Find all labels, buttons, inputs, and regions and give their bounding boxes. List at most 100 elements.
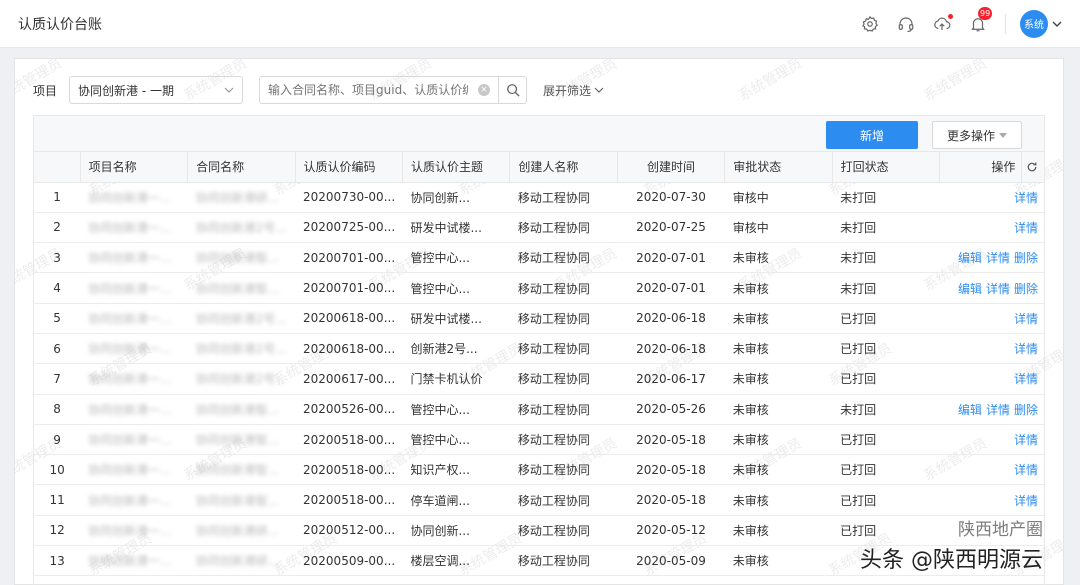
return-status-cell: 已打回 <box>832 333 940 365</box>
more-actions-button[interactable]: 更多操作 <box>932 121 1022 149</box>
subject-cell: 研发中试楼... <box>402 212 510 244</box>
chevron-down-icon[interactable] <box>1052 19 1062 29</box>
action-link[interactable]: 详情 <box>1014 372 1038 386</box>
table-row[interactable]: 7 协同创新港一... 协同创新港2号... 20200617-00... 门禁卡机认价… <box>34 363 1044 395</box>
action-link[interactable]: 详情 <box>1014 494 1038 508</box>
row-index: 12 <box>34 515 81 547</box>
subject-cell: 门禁卡机认价 <box>402 363 510 395</box>
expand-filter-toggle[interactable]: 展开筛选 <box>543 82 604 99</box>
subject-cell-text: 管控中心... <box>410 433 470 448</box>
row-index-text: 2 <box>53 220 61 235</box>
column-header[interactable]: 打回状态 <box>832 152 941 183</box>
filter-row: 项目 协同创新港 - 一期 × 展开筛选 <box>15 75 1063 105</box>
action-link[interactable]: 删除 <box>1014 251 1038 265</box>
column-header[interactable]: 创建时间 <box>617 152 726 183</box>
table-row[interactable]: 10 协同创新港一... 协同创新港智... 20200518-00... 知识产权..… <box>34 454 1044 486</box>
action-link[interactable]: 删除 <box>1014 282 1038 296</box>
action-link[interactable]: 编辑 <box>958 251 982 265</box>
project-name-cell-text: 协同创新港一... <box>88 463 172 478</box>
table-row[interactable]: 1 协同创新港一... 协同创新港研... 20200730-00... 协同创新...… <box>34 182 1044 213</box>
add-new-button[interactable]: 新增 <box>826 121 918 149</box>
table-row[interactable]: 11 协同创新港一... 协同创新港智... 20200518-00... 停车道闸..… <box>34 484 1044 516</box>
search-input[interactable] <box>268 83 469 97</box>
approval-status-cell-text: 未审核 <box>732 523 769 538</box>
project-name-cell-text: 协同创新港一... <box>88 402 172 417</box>
code-cell-text: 20200518-00... <box>303 432 396 447</box>
column-header[interactable]: 审批状态 <box>724 152 833 183</box>
action-link[interactable]: 编辑 <box>958 403 982 417</box>
creator-cell-text: 移动工程协同 <box>517 433 590 448</box>
column-header[interactable]: 认质认价编码 <box>295 152 403 183</box>
column-header[interactable]: 项目名称 <box>80 152 189 183</box>
approval-status-cell: 未审核 <box>724 484 833 516</box>
action-link[interactable]: 删除 <box>1014 403 1038 417</box>
creator-cell: 移动工程协同 <box>509 212 618 244</box>
created-time-cell: 2020-07-25 <box>617 212 725 244</box>
action-link[interactable]: 详情 <box>986 251 1010 265</box>
reload-icon[interactable] <box>1026 161 1038 173</box>
action-link[interactable]: 编辑 <box>958 282 982 296</box>
table-row[interactable]: 9 协同创新港一... 协同创新港智... 20200518-00... 管控中心...… <box>34 424 1044 456</box>
contract-name-cell-text: 协同创新港智... <box>195 433 280 448</box>
column-header[interactable]: 认质认价主题 <box>402 152 511 183</box>
return-status-cell: 已打回 <box>832 303 940 334</box>
created-time-cell-text: 2020-05-12 <box>636 523 706 538</box>
table-row[interactable]: 5 协同创新港一... 协同创新港2号... 20200618-00... 研发中试楼.… <box>34 303 1044 334</box>
project-select-value: 协同创新港 - 一期 <box>78 83 174 98</box>
search-box[interactable]: × <box>259 76 500 104</box>
row-index-text: 6 <box>53 341 61 356</box>
contract-name-cell: 协同创新港智... <box>187 454 296 486</box>
project-select[interactable]: 协同创新港 - 一期 <box>69 76 244 104</box>
code-cell-text: 20200618-00... <box>303 341 396 356</box>
code-cell: 20200526-00... <box>295 394 403 425</box>
row-index-text: 1 <box>53 190 61 205</box>
actions-cell: 详情 <box>939 182 1044 213</box>
code-cell-text: 20200730-00... <box>303 190 396 205</box>
project-name-cell-text: 协同创新港一... <box>88 433 172 448</box>
column-header[interactable]: 创建人名称 <box>509 152 618 183</box>
row-index-text: 11 <box>49 493 65 508</box>
creator-cell: 移动工程协同 <box>509 545 618 577</box>
settings-gear-icon[interactable] <box>861 15 879 33</box>
creator-cell-text: 移动工程协同 <box>517 523 590 538</box>
return-status-cell-text: 已打回 <box>840 372 877 387</box>
subject-cell: 停车道闸... <box>402 484 510 516</box>
cloud-upload-icon[interactable] <box>933 13 953 33</box>
row-index: 4 <box>34 272 81 304</box>
table-row[interactable]: 3 协同创新港一... 协同创新港智... 20200701-00... 管控中心...… <box>34 242 1044 274</box>
table-row[interactable]: 4 协同创新港一... 协同创新港智... 20200701-00... 管控中心...… <box>34 272 1044 304</box>
creator-cell: 移动工程协同 <box>509 272 618 304</box>
project-name-cell: 协同创新港一... <box>80 484 188 516</box>
creator-cell: 移动工程协同 <box>509 484 618 516</box>
overlay-line-2: 头条 @陕西明源云 <box>860 548 1043 573</box>
action-link[interactable]: 详情 <box>1014 191 1038 205</box>
project-name-cell-text: 协同创新港一... <box>88 342 172 357</box>
approval-status-cell: 未审核 <box>724 545 833 577</box>
approval-status-cell: 未审核 <box>724 272 833 304</box>
action-link[interactable]: 详情 <box>1014 433 1038 447</box>
clear-icon[interactable]: × <box>478 84 491 96</box>
table-row[interactable]: 6 协同创新港一... 协同创新港2号... 20200618-00... 创新港2号.… <box>34 333 1044 365</box>
contract-name-cell: 协同创新港研... <box>187 545 296 577</box>
action-link[interactable]: 详情 <box>986 403 1010 417</box>
action-link[interactable]: 详情 <box>986 282 1010 296</box>
action-link[interactable]: 详情 <box>1014 463 1038 477</box>
action-link[interactable]: 详情 <box>1014 221 1038 235</box>
table-row[interactable]: 2 协同创新港一... 协同创新港2号... 20200725-00... 研发中试楼.… <box>34 212 1044 244</box>
headset-icon[interactable] <box>897 15 915 33</box>
action-link[interactable]: 详情 <box>1014 342 1038 356</box>
user-avatar[interactable]: 系统 <box>1020 9 1048 38</box>
project-name-cell: 协同创新港一... <box>80 182 188 213</box>
column-header-reload[interactable] <box>1021 152 1044 183</box>
action-link[interactable]: 详情 <box>1014 312 1038 326</box>
row-index: 9 <box>34 424 81 456</box>
approval-status-cell-text: 未审核 <box>732 402 769 417</box>
top-bar: 认质认价台账 99 系统 <box>0 0 1080 48</box>
bell-icon[interactable]: 99 <box>969 6 993 33</box>
contract-name-cell-text: 协同创新港研... <box>195 523 280 538</box>
table-row[interactable]: 8 协同创新港一... 协同创新港智... 20200526-00... 管控中心...… <box>34 394 1044 425</box>
subject-cell: 管控中心... <box>402 394 510 425</box>
approval-status-cell-text: 未审核 <box>732 433 769 448</box>
search-button[interactable] <box>499 76 528 104</box>
column-header[interactable]: 合同名称 <box>187 152 296 183</box>
